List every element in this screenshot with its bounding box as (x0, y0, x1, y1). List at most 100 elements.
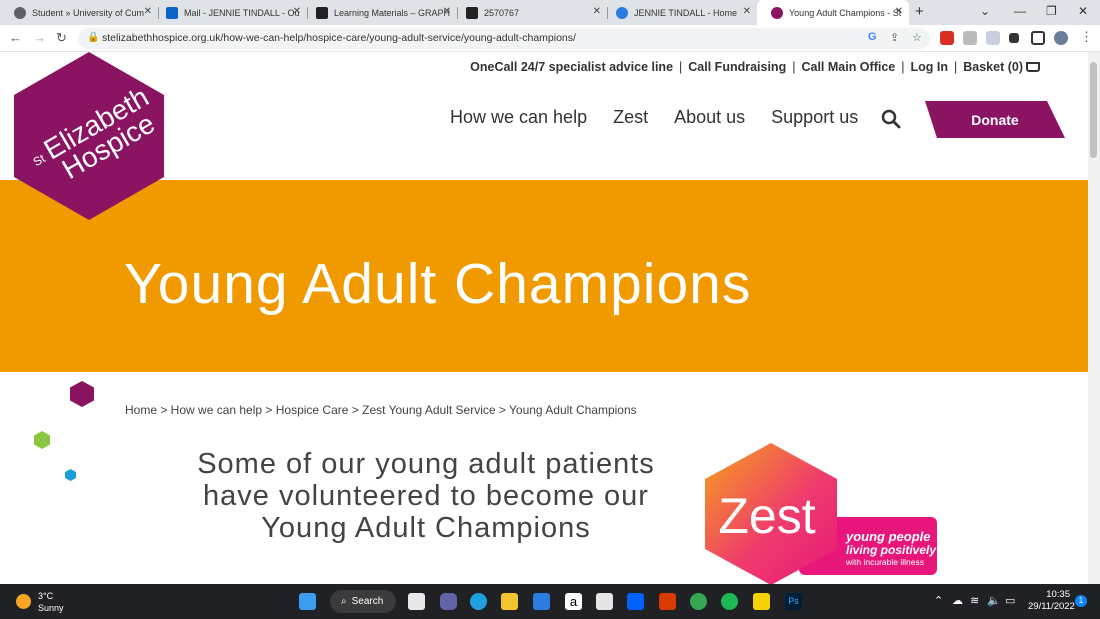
basket-icon (1026, 62, 1040, 72)
tab-label: Student » University of Cum (32, 7, 145, 18)
restore-icon[interactable]: ❐ (1046, 4, 1057, 18)
page-scrollbar[interactable] (1088, 52, 1100, 584)
norton-icon[interactable] (753, 593, 770, 610)
zest-tagline-1: young people (845, 529, 931, 544)
tab-onedrive[interactable]: JENNIE TINDALL - Home ✕ (602, 0, 757, 25)
back-icon[interactable]: ← (9, 30, 22, 45)
photoshop-icon[interactable]: Ps (785, 593, 802, 610)
task-view-icon[interactable] (408, 593, 425, 610)
battery-icon[interactable]: ▭ (1005, 594, 1015, 607)
sidebar-icon[interactable] (1031, 31, 1045, 45)
spotify-icon[interactable] (721, 593, 738, 610)
time: 10:35 (1046, 589, 1070, 600)
tab-label: Learning Materials – GRAPH (334, 7, 451, 18)
file-explorer-icon[interactable] (501, 593, 518, 610)
hospice-icon (771, 6, 783, 19)
main-nav: How we can help Zest About us Support us (450, 107, 858, 128)
taskbar: 3°C Sunny ⌕ Search a Ps ⌃ ☁ ≋ 🔈 ▭ 10:35 … (0, 584, 1100, 619)
donate-button[interactable]: Donate (925, 101, 1065, 138)
taskbar-search-label: Search (351, 596, 384, 607)
clock[interactable]: 10:35 29/11/2022 (1028, 589, 1075, 613)
log-in-link[interactable]: Log In (911, 60, 949, 74)
intro-line: have volunteered to become our (203, 480, 649, 512)
close-icon[interactable]: ✕ (144, 6, 152, 17)
lock-icon: 🔒 (87, 32, 100, 43)
blackboard-icon (316, 6, 328, 19)
weather-widget[interactable]: 3°C Sunny (38, 590, 64, 614)
address-bar-row: ← → ↻ 🔒 stelizabethhospice.org.uk/how-we… (0, 25, 1100, 52)
site-logo[interactable]: St Elizabeth Hospice (12, 52, 166, 222)
bookmark-star-icon[interactable]: ☆ (912, 31, 922, 44)
notification-badge[interactable]: 1 (1075, 595, 1087, 607)
decorative-hexagon-blue (65, 469, 76, 481)
puzzle-icon[interactable] (1009, 33, 1019, 43)
tab-young-adult-champions[interactable]: Young Adult Champions - St ✕ (757, 0, 909, 25)
onecall-link[interactable]: OneCall 24/7 specialist advice line (470, 60, 673, 74)
chevron-up-icon[interactable]: ⌃ (934, 594, 943, 607)
mail-icon[interactable] (533, 593, 550, 610)
nav-how-we-can-help[interactable]: How we can help (450, 107, 587, 128)
address-field[interactable]: 🔒 stelizabethhospice.org.uk/how-we-can-h… (78, 28, 930, 49)
google-translate-icon[interactable]: G (868, 31, 877, 43)
edge-icon[interactable] (470, 593, 487, 610)
extension-icon[interactable] (963, 31, 977, 45)
call-main-office-link[interactable]: Call Main Office (801, 60, 895, 74)
url-text: stelizabethhospice.org.uk/how-we-can-hel… (102, 32, 576, 44)
chevron-down-icon[interactable]: ⌄ (980, 4, 990, 18)
new-tab-icon[interactable]: + (915, 3, 924, 20)
onedrive-icon (616, 6, 628, 19)
menu-icon[interactable]: ⋮ (1080, 29, 1093, 45)
globe-icon (14, 6, 26, 19)
teams-icon[interactable] (440, 593, 457, 610)
close-icon[interactable]: ✕ (293, 6, 301, 17)
windows-start-icon[interactable] (299, 593, 316, 610)
web-page: OneCall 24/7 specialist advice line | Ca… (0, 52, 1088, 584)
close-icon[interactable]: ✕ (593, 6, 601, 17)
search-icon[interactable] (881, 109, 901, 129)
office-icon[interactable] (659, 593, 676, 610)
wifi-icon[interactable]: ≋ (970, 594, 979, 607)
window-close-icon[interactable]: ✕ (1078, 4, 1088, 18)
extension-icon[interactable] (940, 31, 954, 45)
amazon-icon[interactable]: a (565, 593, 582, 610)
zest-tagline-2: living positively (846, 543, 937, 557)
tab-student[interactable]: Student » University of Cum ✕ (0, 0, 158, 25)
close-icon[interactable]: ✕ (743, 6, 751, 17)
basket-link[interactable]: Basket (0) (963, 60, 1040, 74)
volume-icon[interactable]: 🔈 (987, 594, 1001, 607)
decorative-hexagon-green (34, 431, 50, 449)
breadcrumb[interactable]: Home > How we can help > Hospice Care > … (125, 403, 637, 417)
share-icon[interactable]: ⇪ (890, 31, 899, 44)
call-fundraising-link[interactable]: Call Fundraising (688, 60, 786, 74)
utility-nav: OneCall 24/7 specialist advice line | Ca… (470, 60, 1040, 74)
tab-mail[interactable]: Mail - JENNIE TINDALL - Ou ✕ (152, 0, 307, 25)
divider: | (901, 60, 905, 74)
sun-icon[interactable] (16, 594, 31, 609)
nav-about-us[interactable]: About us (674, 107, 745, 128)
close-icon[interactable]: ✕ (443, 6, 451, 17)
basket-label: Basket (0) (963, 60, 1023, 74)
outlook-icon (166, 6, 178, 19)
store-icon[interactable] (596, 593, 613, 610)
tab-learning[interactable]: Learning Materials – GRAPH ✕ (302, 0, 457, 25)
minimize-icon[interactable]: — (1014, 4, 1026, 18)
avatar[interactable] (1054, 31, 1068, 45)
nav-support-us[interactable]: Support us (771, 107, 858, 128)
dropbox-icon[interactable] (627, 593, 644, 610)
shield-icon[interactable] (986, 31, 1000, 45)
reload-icon[interactable]: ↻ (56, 30, 67, 46)
nav-zest[interactable]: Zest (613, 107, 648, 128)
donate-label: Donate (971, 112, 1019, 128)
forward-icon[interactable]: → (33, 30, 46, 45)
close-icon[interactable]: ✕ (895, 6, 903, 17)
intro-line: Young Adult Champions (261, 512, 591, 544)
divider: | (954, 60, 958, 74)
chrome-icon[interactable] (690, 593, 707, 610)
weather-condition: Sunny (38, 603, 64, 613)
tab-2570767[interactable]: 2570767 ✕ (452, 0, 607, 25)
onedrive-sync-icon[interactable]: ☁ (952, 594, 963, 607)
tab-label: Young Adult Champions - St (789, 7, 902, 18)
scrollbar-thumb[interactable] (1090, 62, 1097, 158)
browser-tab-strip: Student » University of Cum ✕ Mail - JEN… (0, 0, 1100, 25)
taskbar-search[interactable]: ⌕ Search (330, 590, 396, 613)
